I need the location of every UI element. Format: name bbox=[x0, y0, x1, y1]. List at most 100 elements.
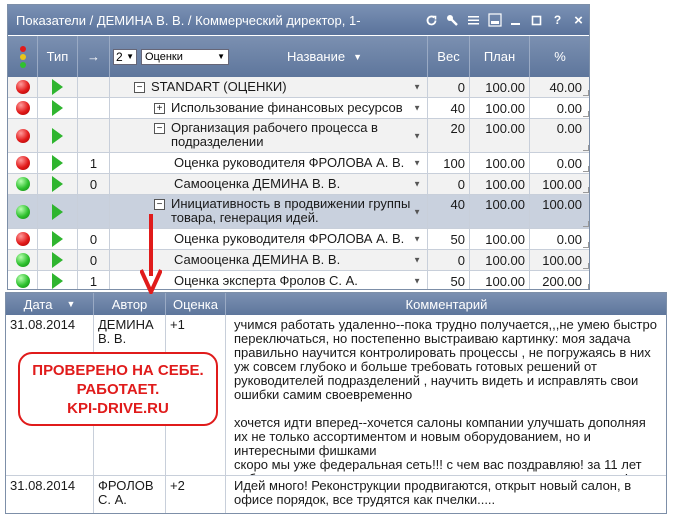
weight-cell[interactable]: 50 bbox=[428, 271, 470, 289]
plan-cell[interactable]: 100.00 bbox=[470, 250, 530, 270]
collapse-icon[interactable]: − bbox=[154, 199, 165, 210]
nav-cell[interactable] bbox=[78, 195, 110, 228]
chevron-down-icon[interactable]: ▼ bbox=[413, 207, 421, 216]
plan-cell[interactable]: 100.00 bbox=[470, 271, 530, 289]
comment-column-header[interactable]: Комментарий bbox=[226, 293, 666, 315]
chevron-down-icon[interactable]: ▼ bbox=[413, 180, 421, 189]
percent-cell[interactable]: 0.00 bbox=[530, 153, 589, 173]
percent-cell[interactable]: 40.00 bbox=[530, 77, 589, 97]
play-icon[interactable] bbox=[52, 155, 63, 171]
play-icon[interactable] bbox=[52, 127, 63, 144]
list-icon[interactable] bbox=[463, 5, 484, 35]
expand-icon[interactable]: + bbox=[154, 102, 165, 114]
weight-cell[interactable]: 100 bbox=[428, 153, 470, 173]
plan-cell[interactable]: 100.00 bbox=[470, 119, 530, 152]
weight-cell[interactable]: 20 bbox=[428, 119, 470, 152]
chevron-down-icon[interactable]: ▼ bbox=[413, 277, 421, 286]
table-row[interactable]: − Организация рабочего процесса в подраз… bbox=[8, 119, 589, 153]
name-cell[interactable]: Самооценка ДЕМИНА В. В. ▼ bbox=[110, 174, 428, 194]
percent-cell[interactable]: 100.00 bbox=[530, 250, 589, 270]
percent-cell[interactable]: 0.00 bbox=[530, 229, 589, 249]
play-icon[interactable] bbox=[52, 176, 63, 192]
status-column-header[interactable] bbox=[8, 36, 38, 77]
percent-cell[interactable]: 0.00 bbox=[530, 98, 589, 118]
name-cell[interactable]: Оценка руководителя ФРОЛОВА А. В. ▼ bbox=[110, 153, 428, 173]
play-icon[interactable] bbox=[52, 79, 63, 95]
nav-cell[interactable] bbox=[78, 77, 110, 97]
nav-cell[interactable] bbox=[78, 98, 110, 118]
plan-cell[interactable]: 100.00 bbox=[470, 195, 530, 228]
author-column-header[interactable]: Автор bbox=[94, 293, 166, 315]
nav-cell[interactable]: 0 bbox=[78, 174, 110, 194]
score-column-header[interactable]: Оценка bbox=[166, 293, 226, 315]
nav-cell[interactable] bbox=[78, 119, 110, 152]
type-column-header[interactable]: Тип bbox=[38, 36, 78, 77]
weight-cell[interactable]: 40 bbox=[428, 195, 470, 228]
arrow-column-header[interactable]: → bbox=[78, 36, 110, 77]
weight-cell[interactable]: 0 bbox=[428, 250, 470, 270]
table-row[interactable]: + Использование финансовых ресурсов ▼ 40… bbox=[8, 98, 589, 119]
type-cell bbox=[38, 229, 78, 249]
play-icon[interactable] bbox=[52, 100, 63, 116]
comment-row[interactable]: 31.08.2014 ФРОЛОВ С. А. +2 Идей много! Р… bbox=[6, 476, 666, 513]
nav-cell[interactable]: 0 bbox=[78, 250, 110, 270]
chevron-down-icon[interactable]: ▼ bbox=[413, 256, 421, 265]
name-header-label[interactable]: Название bbox=[287, 49, 345, 64]
table-row[interactable]: − STANDART (ОЦЕНКИ) ▼ 0 100.00 40.00 bbox=[8, 77, 589, 98]
nav-cell[interactable]: 1 bbox=[78, 271, 110, 289]
view-select[interactable]: Оценки ▼ bbox=[141, 48, 229, 65]
close-icon[interactable]: × bbox=[568, 5, 589, 35]
weight-cell[interactable]: 0 bbox=[428, 174, 470, 194]
name-cell[interactable]: + Использование финансовых ресурсов ▼ bbox=[110, 98, 428, 118]
restore-icon[interactable] bbox=[526, 5, 547, 35]
plan-cell[interactable]: 100.00 bbox=[470, 229, 530, 249]
play-icon[interactable] bbox=[52, 203, 63, 220]
type-cell bbox=[38, 77, 78, 97]
weight-cell[interactable]: 40 bbox=[428, 98, 470, 118]
percent-cell[interactable]: 0.00 bbox=[530, 119, 589, 152]
minimize-icon[interactable] bbox=[505, 5, 526, 35]
plan-cell[interactable]: 100.00 bbox=[470, 77, 530, 97]
percent-column-header[interactable]: % bbox=[530, 36, 589, 77]
plan-cell[interactable]: 100.00 bbox=[470, 153, 530, 173]
chevron-down-icon[interactable]: ▼ bbox=[413, 131, 421, 140]
help-icon[interactable]: ? bbox=[547, 5, 568, 35]
chevron-down-icon[interactable]: ▼ bbox=[413, 104, 421, 113]
level-select[interactable]: 2 ▼ bbox=[113, 48, 137, 65]
wrench-icon[interactable] bbox=[442, 5, 463, 35]
sort-menu-icon[interactable]: ▼ bbox=[66, 299, 75, 309]
table-row[interactable]: 1 Оценка руководителя ФРОЛОВА А. В. ▼ 10… bbox=[8, 153, 589, 174]
table-row[interactable]: 0 Самооценка ДЕМИНА В. В. ▼ 0 100.00 100… bbox=[8, 250, 589, 271]
weight-column-header[interactable]: Вес bbox=[428, 36, 470, 77]
play-icon[interactable] bbox=[52, 273, 63, 289]
plan-column-header[interactable]: План bbox=[470, 36, 530, 77]
plan-cell[interactable]: 100.00 bbox=[470, 98, 530, 118]
date-column-header[interactable]: Дата ▼ bbox=[6, 293, 94, 315]
status-cell bbox=[8, 153, 38, 173]
percent-cell[interactable]: 100.00 bbox=[530, 195, 589, 228]
percent-value: 40.00 bbox=[549, 79, 582, 95]
weight-cell[interactable]: 0 bbox=[428, 77, 470, 97]
plan-cell[interactable]: 100.00 bbox=[470, 174, 530, 194]
weight-cell[interactable]: 50 bbox=[428, 229, 470, 249]
table-row[interactable]: 0 Самооценка ДЕМИНА В. В. ▼ 0 100.00 100… bbox=[8, 174, 589, 195]
table-row[interactable]: 0 Оценка руководителя ФРОЛОВА А. В. ▼ 50… bbox=[8, 229, 589, 250]
table-row-selected[interactable]: − Инициативность в продвижении группы то… bbox=[8, 195, 589, 229]
table-row[interactable]: 1 Оценка эксперта Фролов С. А. ▼ 50 100.… bbox=[8, 271, 589, 289]
chevron-down-icon[interactable]: ▼ bbox=[413, 159, 421, 168]
percent-cell[interactable]: 100.00 bbox=[530, 174, 589, 194]
chevron-down-icon[interactable]: ▼ bbox=[413, 83, 421, 92]
collapse-icon[interactable]: − bbox=[134, 81, 145, 93]
name-cell[interactable]: − Организация рабочего процесса в подраз… bbox=[110, 119, 428, 152]
nav-cell[interactable]: 1 bbox=[78, 153, 110, 173]
nav-cell[interactable]: 0 bbox=[78, 229, 110, 249]
refresh-icon[interactable] bbox=[421, 5, 442, 35]
name-cell[interactable]: − STANDART (ОЦЕНКИ) ▼ bbox=[110, 77, 428, 97]
chevron-down-icon[interactable]: ▼ bbox=[413, 235, 421, 244]
play-icon[interactable] bbox=[52, 231, 63, 247]
collapse-icon[interactable]: − bbox=[154, 123, 165, 134]
play-icon[interactable] bbox=[52, 252, 63, 268]
sort-menu-icon[interactable]: ▼ bbox=[353, 52, 362, 62]
export-icon[interactable] bbox=[484, 5, 505, 35]
percent-cell[interactable]: 200.00 bbox=[530, 271, 589, 289]
